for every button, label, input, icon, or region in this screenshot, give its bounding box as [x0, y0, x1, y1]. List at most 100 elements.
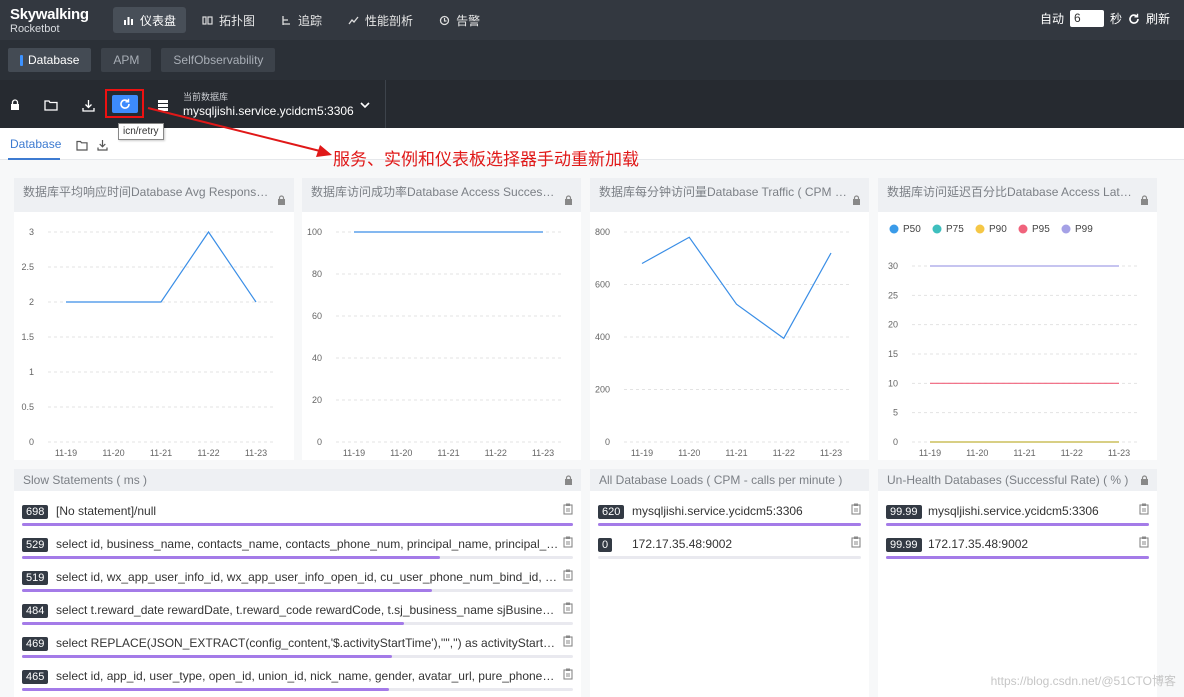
active-marker	[20, 54, 23, 66]
value-badge: 0	[598, 538, 613, 552]
list-item[interactable]: 99.99 172.17.35.48:9002	[886, 536, 1149, 564]
lock-icon[interactable]	[564, 475, 573, 485]
progress-fill	[22, 688, 389, 691]
x-tick-label: 11-22	[1061, 448, 1083, 458]
dashboard-tab-database[interactable]: Database	[10, 137, 61, 151]
lock-icon[interactable]	[564, 195, 573, 205]
annotation-text: 服务、实例和仪表板选择器手动重新加载	[333, 150, 639, 169]
nav-item-topology[interactable]: 拓扑图	[192, 7, 265, 33]
nav-item-profile[interactable]: 性能剖析	[338, 7, 423, 33]
x-tick-label: 11-19	[343, 448, 365, 458]
series-line-main	[66, 230, 257, 303]
sub-tab-bar: Database APM SelfObservability	[0, 40, 1184, 80]
lock-icon[interactable]	[852, 195, 861, 205]
list-item[interactable]: 0 172.17.35.48:9002	[598, 536, 861, 564]
x-tick-label: 11-22	[197, 448, 219, 458]
legend-label-p75: P75	[946, 224, 964, 235]
list-item[interactable]: 529 select id, business_name, contacts_na…	[22, 536, 573, 564]
nav-label-dashboard: 仪表盘	[140, 13, 177, 28]
refresh-button[interactable]: 刷新	[1146, 10, 1170, 27]
progress-fill	[886, 556, 1149, 559]
list-item[interactable]: 698 [No statement]/null	[22, 503, 573, 531]
auto-label: 自动	[1039, 12, 1064, 26]
nav-label-topology: 拓扑图	[219, 13, 256, 28]
item-text: select t.reward_date rewardDate, t.rewar…	[56, 603, 559, 617]
chart-title: 数据库每分钟访问量Database Traffic ( CPM - calls …	[599, 185, 848, 199]
y-tick-label: 0	[317, 437, 322, 447]
chart-panel-latency: 数据库访问延迟百分比Database Access Latency Pe... …	[878, 178, 1157, 460]
subtab-label: Database	[28, 53, 80, 67]
x-tick-label: 11-19	[919, 448, 941, 458]
chart-title: 数据库访问成功率Database Access Successful Rat..…	[311, 185, 560, 199]
progress-track	[22, 655, 573, 658]
clipboard-icon[interactable]	[563, 503, 573, 515]
legend-label-p95: P95	[1032, 224, 1050, 235]
clipboard-icon[interactable]	[563, 635, 573, 647]
y-tick-label: 800	[595, 227, 610, 237]
y-tick-label: 20	[888, 320, 898, 330]
subtab-apm[interactable]: APM	[101, 48, 152, 72]
panel-title: Slow Statements ( ms )	[23, 473, 148, 487]
progress-fill	[22, 655, 393, 658]
clipboard-icon[interactable]	[1139, 536, 1149, 548]
legend-marker-p75	[932, 224, 942, 234]
logo[interactable]: Skywalking Rocketbot	[10, 7, 89, 35]
x-tick-label: 11-19	[55, 448, 77, 458]
list-item[interactable]: 469 select REPLACE(JSON_EXTRACT(config_co…	[22, 635, 573, 663]
top-bar: Skywalking Rocketbot 仪表盘 拓扑图 追踪 性能剖析 告警 …	[0, 0, 1184, 40]
interval-input[interactable]: 6	[1069, 10, 1104, 27]
panel-header: Slow Statements ( ms )	[14, 469, 581, 491]
x-tick-label: 11-23	[245, 448, 267, 458]
y-tick-label: 40	[312, 353, 322, 363]
download-icon[interactable]	[80, 97, 96, 113]
item-text: select id, business_name, contacts_name,…	[56, 537, 559, 551]
clipboard-icon[interactable]	[563, 668, 573, 680]
subtab-database[interactable]: Database	[8, 48, 92, 72]
progress-fill	[886, 523, 1149, 526]
lock-icon[interactable]	[1140, 195, 1149, 205]
download-icon[interactable]	[97, 139, 108, 151]
chart-panel-traffic: 数据库每分钟访问量Database Traffic ( CPM - calls …	[590, 178, 869, 460]
refresh-icon[interactable]	[1128, 13, 1140, 25]
list-item[interactable]: 519 select id, wx_app_user_info_id, wx_ap…	[22, 569, 573, 597]
nav-item-trace[interactable]: 追踪	[271, 7, 332, 33]
nav-label-trace: 追踪	[298, 13, 323, 28]
current-database-value: mysqljishi.service.ycidcm5:3306	[183, 104, 354, 118]
clipboard-icon[interactable]	[1139, 503, 1149, 515]
progress-track	[886, 556, 1149, 559]
current-database-selector[interactable]: 当前数据库 mysqljishi.service.ycidcm5:3306	[183, 90, 354, 118]
tooltip: icn/retry	[118, 123, 164, 140]
clipboard-icon[interactable]	[563, 569, 573, 581]
reload-button[interactable]	[112, 95, 138, 113]
item-text: mysqljishi.service.ycidcm5:3306	[632, 504, 803, 518]
y-tick-label: 5	[893, 408, 898, 418]
clipboard-icon[interactable]	[563, 602, 573, 614]
folder-icon[interactable]	[43, 97, 59, 113]
list-item[interactable]: 484 select t.reward_date rewardDate, t.re…	[22, 602, 573, 630]
chevron-down-icon[interactable]	[357, 97, 373, 113]
lock-icon[interactable]	[7, 97, 23, 113]
chart-title: 数据库平均响应时间Database Avg Response Time ...	[23, 185, 273, 199]
value-badge: 620	[598, 505, 625, 519]
lock-icon[interactable]	[1140, 475, 1149, 485]
subtab-selfobservability[interactable]: SelfObservability	[161, 48, 276, 72]
x-tick-label: 11-20	[102, 448, 124, 458]
progress-track	[598, 556, 861, 559]
clipboard-icon[interactable]	[563, 536, 573, 548]
list-item[interactable]: 620 mysqljishi.service.ycidcm5:3306	[598, 503, 861, 531]
legend-marker-p95	[1018, 224, 1028, 234]
y-tick-label: 200	[595, 385, 610, 395]
clipboard-icon[interactable]	[851, 536, 861, 548]
list-item[interactable]: 465 select id, app_id, user_type, open_id…	[22, 668, 573, 696]
clipboard-icon[interactable]	[851, 503, 861, 515]
lock-icon[interactable]	[277, 195, 286, 205]
chart-plot: 0 5 10 15 20 25 30 11-19 11-20 11-21 11-22 11-23 P50…	[888, 224, 1137, 458]
nav-item-alarm[interactable]: 告警	[429, 7, 490, 33]
nav-label-alarm: 告警	[456, 13, 481, 28]
progress-fill	[22, 556, 440, 559]
folder-icon[interactable]	[76, 140, 88, 151]
nav-item-dashboard[interactable]: 仪表盘	[113, 7, 187, 33]
chart-panel-success-rate: 数据库访问成功率Database Access Successful Rat..…	[302, 178, 581, 460]
list-item[interactable]: 99.99 mysqljishi.service.ycidcm5:3306	[886, 503, 1149, 531]
alarm-icon	[439, 15, 450, 25]
